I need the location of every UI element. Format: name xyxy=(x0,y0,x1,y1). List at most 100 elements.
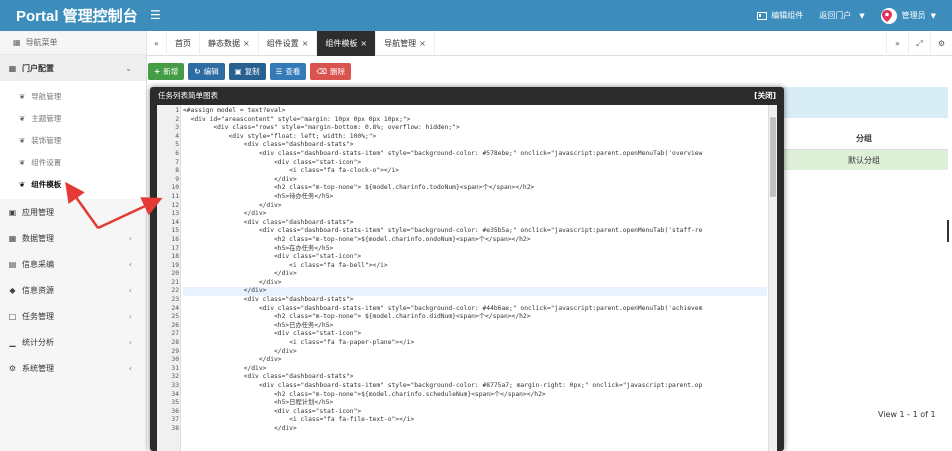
sidebar-group-task[interactable]: □ 任务管理 ‹ xyxy=(0,303,146,329)
sidebar-group-data[interactable]: ▦ 数据管理 ‹ xyxy=(0,225,146,251)
code-line[interactable]: 29 </div> xyxy=(171,347,767,357)
leaf-icon: ❦ xyxy=(19,179,26,189)
sidebar-item-component-template[interactable]: ❦ 组件模板 xyxy=(0,173,146,195)
code-line[interactable]: 6 <div class="dashboard-stats-item" styl… xyxy=(175,150,767,159)
code-line[interactable]: 26 <h5>已办任务</h5> xyxy=(171,322,767,331)
sidebar-item-nav-manage[interactable]: ❦ 导航管理 xyxy=(0,85,146,107)
code-line[interactable]: 13 </div> xyxy=(171,210,767,219)
sidebar-group-system[interactable]: ⚙ 系统管理 ‹ xyxy=(0,355,146,381)
sidebar-group-info-collect[interactable]: ▤ 信息采编 ‹ xyxy=(0,251,146,277)
code-line[interactable]: 4 <div style="float: left; width: 100%;"… xyxy=(175,133,767,142)
splitter-handle[interactable] xyxy=(947,220,949,242)
code-line[interactable]: 12 </div> xyxy=(171,202,767,211)
code-line[interactable]: 2 <div id="areascontent" style="margin: … xyxy=(175,116,767,125)
tab-nav-manage[interactable]: 导航管理 × xyxy=(376,30,435,56)
line-number: 29 xyxy=(171,347,179,355)
code-line[interactable]: 23 <div class="dashboard-stats"> xyxy=(171,296,767,305)
admin-menu[interactable]: 管理员 ▼ xyxy=(880,7,936,24)
edit-button[interactable]: ↻ 编辑 xyxy=(188,63,225,80)
sidebar-header: ▦ 导航菜单 xyxy=(0,31,146,55)
code-line[interactable]: 19 <i class="fa fa-bell"></i> xyxy=(171,261,767,271)
edit-component-link[interactable]: 编辑组件 xyxy=(757,10,803,21)
code-line[interactable]: 35 <h5>日程计划</h5> xyxy=(171,399,767,408)
code-text: </div> xyxy=(183,278,282,286)
delete-button[interactable]: ⌫ 删除 xyxy=(310,63,352,80)
line-number: 1 xyxy=(175,107,179,114)
code-line[interactable]: 1 <#assign model = text?eval> xyxy=(175,107,767,116)
code-line[interactable]: 8 <i class="fa fa-clock-o"></i> xyxy=(175,167,767,176)
code-line[interactable]: 14 <div class="dashboard-stats"> xyxy=(171,219,767,228)
folder-icon: □ xyxy=(8,311,17,321)
sidebar-group-portal[interactable]: ▦ 门户配置 ⌄ xyxy=(0,55,146,81)
grid-icon: ▦ xyxy=(8,233,17,243)
code-text: <i class="fa fa-bell"></i> xyxy=(183,261,388,269)
code-line[interactable]: 22 </div> xyxy=(171,287,767,297)
code-line[interactable]: 16 <h2 class="m-top-none">${model.charin… xyxy=(171,236,767,245)
code-line[interactable]: 17 <h5>在办任务</h5> xyxy=(171,245,767,254)
table-row[interactable]: 默认分组 xyxy=(780,150,948,170)
sidebar-group-stats[interactable]: ▁ 统计分析 ‹ xyxy=(0,329,146,355)
building-icon: ▦ xyxy=(8,63,17,73)
code-line[interactable]: 11 <h5>待办任务</h5> xyxy=(171,193,767,202)
copy-button[interactable]: ▣ 复制 xyxy=(228,63,266,80)
code-line[interactable]: 21 </div> xyxy=(171,278,767,288)
sidebar-group-info-resource[interactable]: ◆ 信息资源 ‹ xyxy=(0,277,146,303)
line-number: 13 xyxy=(171,210,179,218)
code-line[interactable]: 3 <div class="rows" style="margin-bottom… xyxy=(175,124,767,133)
scrollbar-thumb[interactable] xyxy=(770,117,776,197)
tab-component-template[interactable]: 组件模板 × xyxy=(317,30,377,56)
fullscreen-icon[interactable]: ⤢ xyxy=(908,31,930,56)
sidebar-item-decor-manage[interactable]: ❦ 装饰管理 xyxy=(0,129,146,151)
code-line[interactable]: 38 </div> xyxy=(171,425,767,434)
gear-icon[interactable]: ⚙ xyxy=(930,31,952,56)
code-text: <#assign model = text?eval> xyxy=(183,107,286,114)
code-line[interactable]: 7 <div class="stat-icon"> xyxy=(175,159,767,168)
code-line[interactable]: 28 <i class="fa fa-paper-plane"></i> xyxy=(171,339,767,348)
code-line[interactable]: 10 <h2 class="m-top-none"> ${model.chari… xyxy=(171,184,767,193)
code-line[interactable]: 30 </div> xyxy=(171,356,767,365)
line-number: 3 xyxy=(175,124,179,132)
code-text: <i class="fa fa-file-text-o"></i> xyxy=(183,416,415,424)
code-line[interactable]: 5 <div class="dashboard-stats"> xyxy=(175,141,767,150)
code-line[interactable]: 25 <h2 class="m-top-none"> ${model.chari… xyxy=(171,313,767,322)
add-button[interactable]: + 新增 xyxy=(148,63,185,80)
sidebar-item-component-settings[interactable]: ❦ 组件设置 xyxy=(0,151,146,173)
code-editor[interactable]: 1 <#assign model = text?eval> 2 <div id="a… xyxy=(157,105,777,451)
code-text: <div class="dashboard-stats"> xyxy=(183,373,354,381)
editor-scrollbar[interactable] xyxy=(768,105,777,451)
line-number: 16 xyxy=(171,235,179,243)
code-line[interactable]: 34 <h2 class="m-top-none">${model.charin… xyxy=(171,391,767,400)
back-portal-dropdown[interactable]: 返回门户 ▼ xyxy=(819,10,864,21)
code-line[interactable]: 31 </div> xyxy=(171,365,767,374)
sidebar-item-theme-manage[interactable]: ❦ 主题管理 xyxy=(0,107,146,129)
sidebar-group-app[interactable]: ▣ 应用管理 ‹ xyxy=(0,199,146,225)
code-line[interactable]: 33 <div class="dashboard-stats-item" sty… xyxy=(171,382,767,391)
close-icon[interactable]: × xyxy=(243,39,250,48)
modal-close-button[interactable]: [关闭] xyxy=(754,90,776,101)
line-number: 34 xyxy=(171,390,179,398)
chevron-left-icon: ‹ xyxy=(128,311,132,321)
tab-scroll-left-icon[interactable]: « xyxy=(147,30,167,56)
code-line[interactable]: 32 <div class="dashboard-stats"> xyxy=(171,373,767,382)
close-icon[interactable]: × xyxy=(360,39,367,48)
close-icon[interactable]: × xyxy=(419,39,426,48)
code-line[interactable]: 37 <i class="fa fa-file-text-o"></i> xyxy=(171,416,767,425)
line-number: 8 xyxy=(175,167,179,175)
code-line[interactable]: 20 </div> xyxy=(171,270,767,279)
tab-home[interactable]: 首页 xyxy=(167,30,200,56)
tab-scroll-right-icon[interactable]: » xyxy=(886,31,908,56)
tab-static-data[interactable]: 静态数据 × xyxy=(200,30,259,56)
close-icon[interactable]: × xyxy=(302,39,309,48)
view-button[interactable]: ☰ 查看 xyxy=(269,63,307,80)
code-line[interactable]: 27 <div class="stat-icon"> xyxy=(171,330,767,339)
code-text: <div class="dashboard-stats"> xyxy=(183,141,354,149)
code-line[interactable]: 36 <div class="stat-icon"> xyxy=(171,408,767,417)
code-line[interactable]: 18 <div class="stat-icon"> xyxy=(171,253,767,262)
tab-component-settings[interactable]: 组件设置 × xyxy=(259,30,318,56)
code-line[interactable]: 24 <div class="dashboard-stats-item" sty… xyxy=(171,305,767,314)
menu-toggle-icon[interactable]: ☰ xyxy=(150,8,161,22)
line-number: 7 xyxy=(175,158,179,166)
code-text: </div> xyxy=(183,347,297,355)
code-line[interactable]: 15 <div class="dashboard-stats-item" sty… xyxy=(171,227,767,236)
line-number: 35 xyxy=(171,399,179,407)
